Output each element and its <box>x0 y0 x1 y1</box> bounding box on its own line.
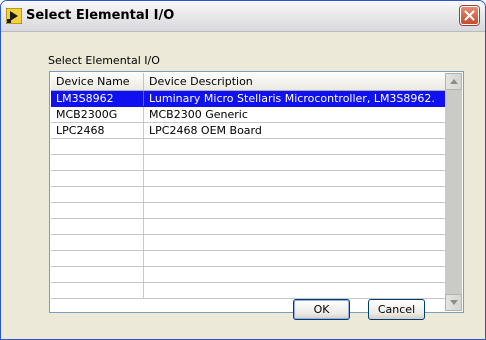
close-button[interactable] <box>460 6 479 25</box>
table-row[interactable] <box>51 171 445 187</box>
device-name-cell <box>51 139 144 154</box>
cancel-button[interactable]: Cancel <box>368 299 425 320</box>
dialog-window: Select Elemental I/O Select Elemental I/… <box>0 0 486 340</box>
device-name-cell <box>51 187 144 202</box>
device-name-cell: LPC2468 <box>51 123 144 138</box>
table-row[interactable]: LPC2468 LPC2468 OEM Board <box>51 123 445 139</box>
device-description-cell: Luminary Micro Stellaris Microcontroller… <box>149 92 435 105</box>
vertical-scrollbar[interactable] <box>445 73 462 311</box>
device-description-cell: LPC2468 OEM Board <box>149 124 262 137</box>
table-row[interactable] <box>51 283 445 299</box>
scroll-up-icon <box>450 79 458 84</box>
device-description-cell <box>144 155 445 170</box>
column-header: Device Name Device Description <box>51 73 445 91</box>
window-title: Select Elemental I/O <box>26 8 175 23</box>
device-listbox[interactable]: Device Name Device Description LM3S8962 L… <box>49 71 464 313</box>
scroll-up-button[interactable] <box>445 73 462 90</box>
device-name-cell <box>51 235 144 250</box>
device-description-cell <box>144 203 445 218</box>
device-description-cell <box>144 171 445 186</box>
device-name-cell <box>51 251 144 266</box>
table-row[interactable]: LM3S8962 Luminary Micro Stellaris Microco… <box>51 91 445 107</box>
table-row[interactable]: MCB2300G MCB2300 Generic <box>51 107 445 123</box>
column-header-device-description[interactable]: Device Description <box>144 73 445 90</box>
device-name-cell <box>51 155 144 170</box>
device-name-cell: MCB2300G <box>51 107 144 122</box>
device-list: Device Name Device Description LM3S8962 L… <box>51 73 445 311</box>
table-row[interactable] <box>51 251 445 267</box>
device-description-cell <box>144 267 445 282</box>
close-icon <box>464 10 475 21</box>
device-name-cell <box>51 283 144 298</box>
device-name-cell <box>51 171 144 186</box>
scroll-down-icon <box>450 300 458 305</box>
device-description-cell <box>144 251 445 266</box>
table-row[interactable] <box>51 219 445 235</box>
table-row[interactable] <box>51 187 445 203</box>
group-label: Select Elemental I/O <box>48 54 160 67</box>
device-description-cell <box>144 187 445 202</box>
device-description-cell <box>144 219 445 234</box>
device-description-cell <box>144 283 445 298</box>
table-row[interactable] <box>51 139 445 155</box>
title-bar[interactable]: Select Elemental I/O <box>1 1 485 32</box>
scroll-down-button[interactable] <box>445 294 462 311</box>
device-description-cell <box>144 139 445 154</box>
dialog-content: Select Elemental I/O Device Name Device … <box>1 32 485 339</box>
device-description-cell <box>144 235 445 250</box>
device-name-cell <box>51 203 144 218</box>
table-row[interactable] <box>51 155 445 171</box>
device-name-cell: LM3S8962 <box>51 91 144 106</box>
column-header-device-name[interactable]: Device Name <box>51 73 144 90</box>
ok-button[interactable]: OK <box>293 299 350 320</box>
table-row[interactable] <box>51 203 445 219</box>
device-name-cell <box>51 219 144 234</box>
device-name-cell <box>51 267 144 282</box>
device-description-cell: MCB2300 Generic <box>149 108 248 121</box>
table-row[interactable] <box>51 267 445 283</box>
labview-icon <box>5 7 23 25</box>
table-row[interactable] <box>51 235 445 251</box>
